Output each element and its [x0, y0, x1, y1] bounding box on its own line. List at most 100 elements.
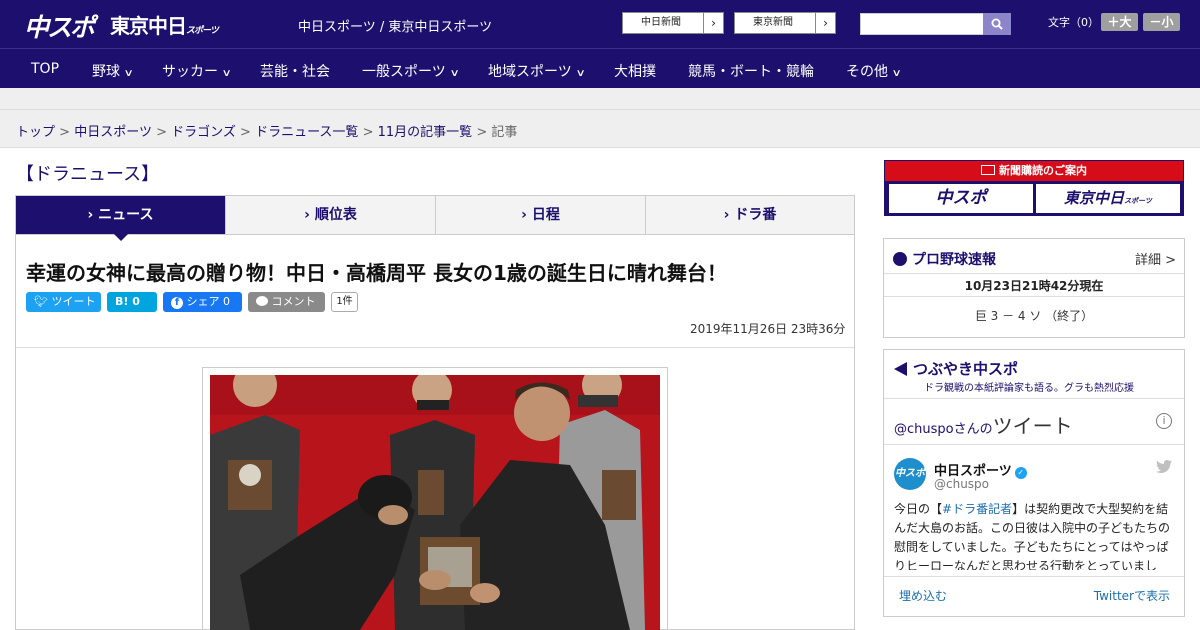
- nav-label: サッカー: [162, 64, 218, 80]
- newspaper-icon: [981, 165, 995, 175]
- tweet-text-pre: 今日の【: [894, 502, 943, 516]
- view-on-twitter-link[interactable]: Twitterで表示: [1094, 587, 1170, 604]
- info-icon[interactable]: i: [1156, 413, 1172, 429]
- megaphone-icon: [894, 362, 907, 376]
- tokyo-shimbun-link[interactable]: 東京新聞 ›: [734, 12, 836, 34]
- twitter-bird-icon[interactable]: [1156, 460, 1172, 477]
- nav-item-entertainment[interactable]: 芸能・社会: [260, 61, 330, 81]
- twitter-bird-icon: 🐦︎: [34, 295, 52, 308]
- section-title: 【ドラニュース】: [16, 164, 160, 185]
- tweet-button[interactable]: 🐦︎ ツイート: [26, 292, 101, 312]
- chevron-down-icon: ∨: [575, 68, 586, 79]
- timeline-heading: @chuspoさんのツイート: [894, 410, 1073, 439]
- breadcrumb-link-november[interactable]: 11月の記事一覧: [378, 125, 473, 140]
- twitter-panel-subtitle: ドラ観戦の本紙評論家も語る。グラも熱烈応援: [924, 383, 1134, 394]
- tweet-author-handle[interactable]: @chuspo: [934, 477, 989, 491]
- tab-news[interactable]: › ニュース: [16, 196, 226, 234]
- chevron-right-icon: ›: [815, 13, 835, 33]
- twitter-timeline-header: @chuspoさんのツイート i: [884, 398, 1184, 445]
- tab-label: 日程: [531, 207, 560, 223]
- site-title-link[interactable]: 中日スポーツ / 東京中日スポーツ: [298, 16, 492, 35]
- breadcrumb-link-dragons[interactable]: ドラゴンズ: [171, 125, 236, 140]
- breadcrumb-link-top[interactable]: トップ: [16, 125, 55, 140]
- breadcrumb-separator: >: [240, 125, 251, 140]
- twitter-panel: つぶやき中スポ ドラ観戦の本紙評論家も語る。グラも熱烈応援 @chuspoさんの…: [883, 349, 1185, 617]
- baseball-scores-panel: プロ野球速報 詳細 > 10月23日21時42分現在 巨 3 － 4 ソ （終了…: [883, 238, 1185, 338]
- game-score[interactable]: 巨 3 － 4 ソ （終了）: [884, 307, 1184, 324]
- timeline-handle-link[interactable]: @chuspo: [894, 422, 954, 437]
- chevron-down-icon: ∨: [221, 68, 232, 79]
- tab-label: 順位表: [314, 207, 357, 223]
- breadcrumb-link-chunichi-sports[interactable]: 中日スポーツ: [74, 125, 152, 140]
- nav-label: 一般スポーツ: [362, 64, 446, 80]
- font-smaller-button[interactable]: －小: [1143, 13, 1180, 31]
- nav-label: 大相撲: [614, 64, 656, 80]
- article-divider: [16, 347, 854, 348]
- nav-label: 芸能・社会: [260, 64, 330, 80]
- award-ceremony-photo: [210, 375, 660, 630]
- breadcrumb-separator: >: [156, 125, 167, 140]
- twitter-panel-title: つぶやき中スポ: [894, 358, 1018, 379]
- facebook-icon: f: [171, 297, 183, 309]
- chuspo-logo[interactable]: 中スポ: [24, 8, 95, 44]
- nav-item-others[interactable]: その他 ∨: [846, 61, 902, 81]
- search-input[interactable]: [860, 13, 984, 35]
- facebook-share-label: シェア: [186, 295, 220, 308]
- hashtag-link[interactable]: #ドラ番記者: [942, 502, 1012, 516]
- comment-label: コメント: [271, 295, 316, 308]
- font-larger-button[interactable]: ＋大: [1101, 13, 1138, 31]
- comment-count-bubble[interactable]: 1件: [331, 292, 358, 312]
- hatena-bookmark-button[interactable]: B! 0: [107, 292, 157, 312]
- tokyo-chunichi-logo[interactable]: 東京中日スポーツ: [110, 10, 219, 39]
- paper-link-label: 中日新聞: [641, 17, 681, 28]
- ad-tokyo-chunichi-logo[interactable]: 東京中日スポーツ: [1036, 184, 1180, 213]
- paper-link-label: 東京新聞: [753, 17, 793, 28]
- article-photo[interactable]: [210, 375, 660, 630]
- nav-item-general-sports[interactable]: 一般スポーツ ∨: [362, 61, 460, 81]
- nav-label: 競馬・ボート・競輪: [688, 64, 814, 80]
- chevron-right-icon: ›: [304, 207, 315, 223]
- timeline-handle-suffix: さんの: [953, 422, 993, 437]
- nav-item-sumo[interactable]: 大相撲: [614, 61, 656, 81]
- section-tabs: › ニュース › 順位表 › 日程 › ドラ番: [15, 195, 855, 235]
- verified-badge-icon: ✓: [1014, 467, 1027, 479]
- search-icon: [991, 18, 1003, 30]
- tweet-text: 今日の【#ドラ番記者】は契約更改で大型契約を結んだ大島のお話。この日彼は入院中の…: [894, 500, 1178, 570]
- ad-banner-text: 新聞購読のご案内: [999, 164, 1087, 177]
- nav-item-soccer[interactable]: サッカー ∨: [162, 61, 232, 81]
- comment-button[interactable]: コメント: [248, 292, 325, 312]
- main-nav: TOP 野球 ∨ サッカー ∨ 芸能・社会 一般スポーツ ∨ 地域スポーツ ∨ 大相撲 …: [0, 48, 1200, 88]
- tab-schedule[interactable]: › 日程: [436, 196, 646, 234]
- breadcrumb-separator: >: [476, 125, 488, 140]
- baseball-panel-title: プロ野球速報: [893, 249, 996, 269]
- tab-standings[interactable]: › 順位表: [226, 196, 436, 234]
- font-size-label: 文字（0）: [1048, 16, 1099, 29]
- hatena-count: 0: [132, 295, 140, 308]
- facebook-count: 0: [223, 295, 230, 308]
- tokyo-logo-small: スポーツ: [186, 26, 219, 36]
- nav-item-local-sports[interactable]: 地域スポーツ ∨: [488, 61, 586, 81]
- breadcrumb-separator: >: [362, 125, 374, 140]
- tab-label: ニュース: [98, 207, 154, 223]
- avatar[interactable]: 中スポ: [894, 458, 926, 490]
- subscription-ad[interactable]: 新聞購読のご案内 中スポ 東京中日スポーツ: [884, 160, 1184, 216]
- search-button[interactable]: [983, 13, 1011, 35]
- breadcrumb-link-dora-news[interactable]: ドラニュース一覧: [255, 125, 358, 140]
- chunichi-shimbun-link[interactable]: 中日新聞 ›: [622, 12, 724, 34]
- baseball-detail-link[interactable]: 詳細 >: [1135, 249, 1176, 268]
- chevron-down-icon: ∨: [449, 68, 460, 79]
- breadcrumb: トップ > 中日スポーツ > ドラゴンズ > ドラニュース一覧 > 11月の記事…: [16, 121, 517, 140]
- chevron-down-icon: ∨: [123, 68, 134, 79]
- tab-dora-ban[interactable]: › ドラ番: [646, 196, 854, 234]
- breadcrumb-bar: トップ > 中日スポーツ > ドラゴンズ > ドラニュース一覧 > 11月の記事…: [0, 110, 1200, 148]
- ad-chuspo-logo[interactable]: 中スポ: [889, 184, 1033, 213]
- breadcrumb-separator: >: [59, 125, 71, 140]
- nav-item-baseball[interactable]: 野球 ∨: [92, 61, 134, 81]
- ad-banner: 新聞購読のご案内: [885, 161, 1183, 181]
- tab-label: ドラ番: [734, 207, 777, 223]
- nav-item-keiba[interactable]: 競馬・ボート・競輪: [688, 61, 814, 81]
- embed-link[interactable]: 埋め込む: [899, 587, 947, 604]
- twitter-title-text: つぶやき中スポ: [913, 360, 1019, 378]
- nav-item-top[interactable]: TOP: [31, 61, 59, 77]
- facebook-share-button[interactable]: f シェア 0: [163, 292, 242, 312]
